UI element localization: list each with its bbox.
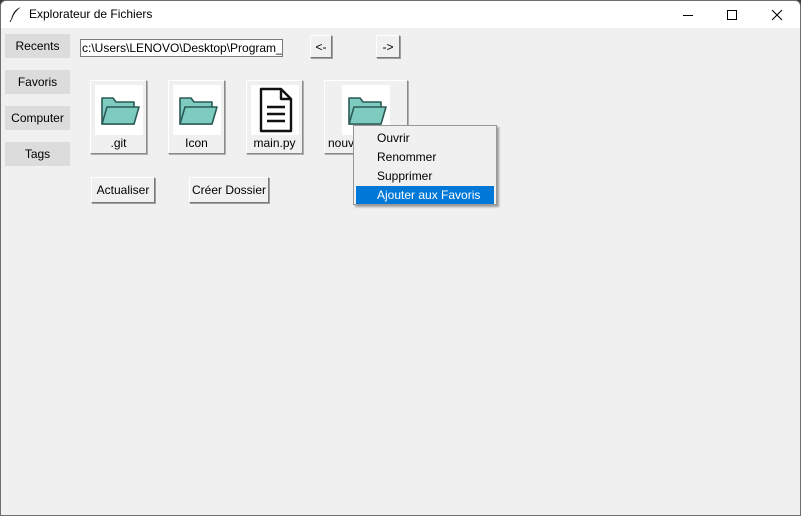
app-window: Explorateur de Fichiers Recents Favoris: [0, 0, 801, 516]
menu-item-open[interactable]: Ouvrir: [356, 129, 494, 147]
sidebar-item-label: Recents: [15, 39, 60, 53]
close-button[interactable]: [754, 1, 799, 28]
file-name: Icon: [185, 136, 208, 150]
create-folder-button[interactable]: Créer Dossier: [189, 177, 269, 203]
sidebar-item-favoris[interactable]: Favoris: [5, 70, 70, 94]
back-button[interactable]: <-: [310, 35, 332, 58]
window-title: Explorateur de Fichiers: [29, 7, 153, 21]
sidebar-item-tags[interactable]: Tags: [5, 142, 70, 166]
sidebar-item-label: Favoris: [17, 75, 58, 89]
create-folder-button-label: Créer Dossier: [191, 183, 266, 197]
client-area: Recents Favoris Computer Tags <- ->: [1, 29, 800, 515]
refresh-button[interactable]: Actualiser: [91, 177, 155, 203]
sidebar-item-label: Computer: [11, 111, 64, 125]
file-item-main-py[interactable]: main.py: [246, 80, 303, 154]
maximize-button[interactable]: [709, 1, 754, 28]
folder-icon: [173, 85, 221, 135]
path-input[interactable]: [80, 39, 283, 57]
sidebar-item-label: Tags: [24, 147, 51, 161]
feather-icon: [9, 6, 22, 22]
sidebar-item-recents[interactable]: Recents: [5, 34, 70, 58]
file-name: main.py: [253, 136, 296, 150]
file-item-icon[interactable]: Icon: [168, 80, 225, 154]
context-menu: Ouvrir Renommer Supprimer Ajouter aux Fa…: [353, 125, 497, 205]
close-icon: [771, 9, 782, 20]
menu-item-add-favorites[interactable]: Ajouter aux Favoris: [356, 186, 494, 204]
folder-icon: [95, 85, 143, 135]
back-button-label: <-: [315, 39, 327, 54]
menu-item-delete[interactable]: Supprimer: [356, 167, 494, 185]
forward-button[interactable]: ->: [376, 35, 400, 58]
minimize-icon: [682, 14, 693, 16]
title-bar[interactable]: Explorateur de Fichiers: [1, 1, 800, 28]
refresh-button-label: Actualiser: [96, 183, 150, 197]
menu-item-rename[interactable]: Renommer: [356, 148, 494, 166]
sidebar-item-computer[interactable]: Computer: [5, 106, 70, 130]
document-icon: [251, 85, 299, 135]
maximize-icon: [726, 9, 737, 20]
file-name: .git: [110, 136, 127, 150]
minimize-button[interactable]: [665, 1, 710, 28]
forward-button-label: ->: [382, 39, 394, 54]
file-item-git[interactable]: .git: [90, 80, 147, 154]
